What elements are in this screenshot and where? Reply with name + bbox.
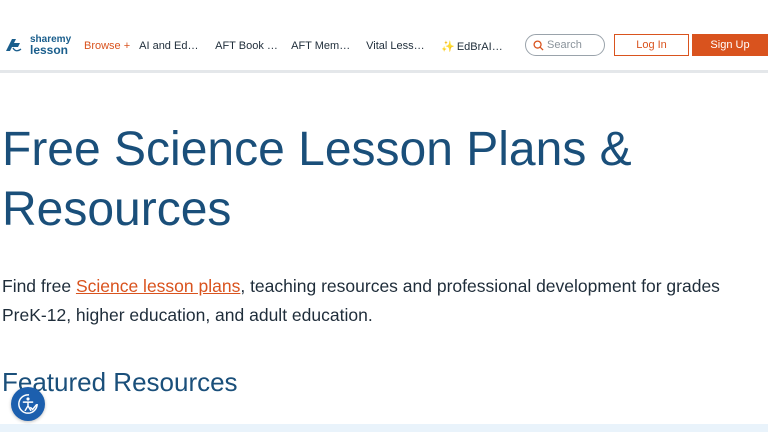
intro-prefix: Find free: [2, 276, 76, 296]
login-button[interactable]: Log In: [614, 34, 689, 56]
nav-item-aft-membership[interactable]: AFT Membe...: [291, 40, 353, 52]
aft-logo-icon: [6, 39, 22, 52]
science-lesson-plans-link[interactable]: Science lesson plans: [76, 276, 240, 296]
accessibility-icon: [18, 394, 38, 414]
nav-item-vital-lessons[interactable]: Vital Lesso...: [366, 40, 428, 52]
sharemylesson-logo[interactable]: sharemy lesson: [4, 33, 76, 57]
featured-band: [0, 424, 768, 432]
nav-browse[interactable]: Browse +: [84, 40, 130, 52]
plus-icon: +: [123, 40, 131, 52]
signup-button[interactable]: Sign Up: [692, 34, 768, 56]
nav-item-ai-education[interactable]: AI and Educ...: [139, 40, 202, 52]
site-header: sharemy lesson Browse + AI and Educ... A…: [0, 0, 768, 73]
search-icon: [533, 39, 544, 51]
nav-item-aft-book-club[interactable]: AFT Book Cl...: [215, 40, 278, 52]
logo-text-line2: lesson: [30, 42, 69, 57]
page-title: Free Science Lesson Plans & Resources: [2, 123, 632, 236]
nav-item-edbrain-label: EdBrAIn I...: [456, 40, 505, 53]
nav-browse-label: Browse: [84, 40, 121, 52]
accessibility-button[interactable]: [11, 387, 45, 421]
sparkle-icon: ✨: [441, 40, 455, 53]
search-box[interactable]: [525, 34, 605, 56]
nav-item-edbrain[interactable]: ✨EdBrAIn I...: [441, 40, 505, 53]
main-nav: Browse + AI and Educ... AFT Book Cl... A…: [84, 38, 518, 54]
search-input[interactable]: [547, 39, 601, 51]
intro-text: Find free Science lesson plans, teaching…: [2, 272, 722, 330]
